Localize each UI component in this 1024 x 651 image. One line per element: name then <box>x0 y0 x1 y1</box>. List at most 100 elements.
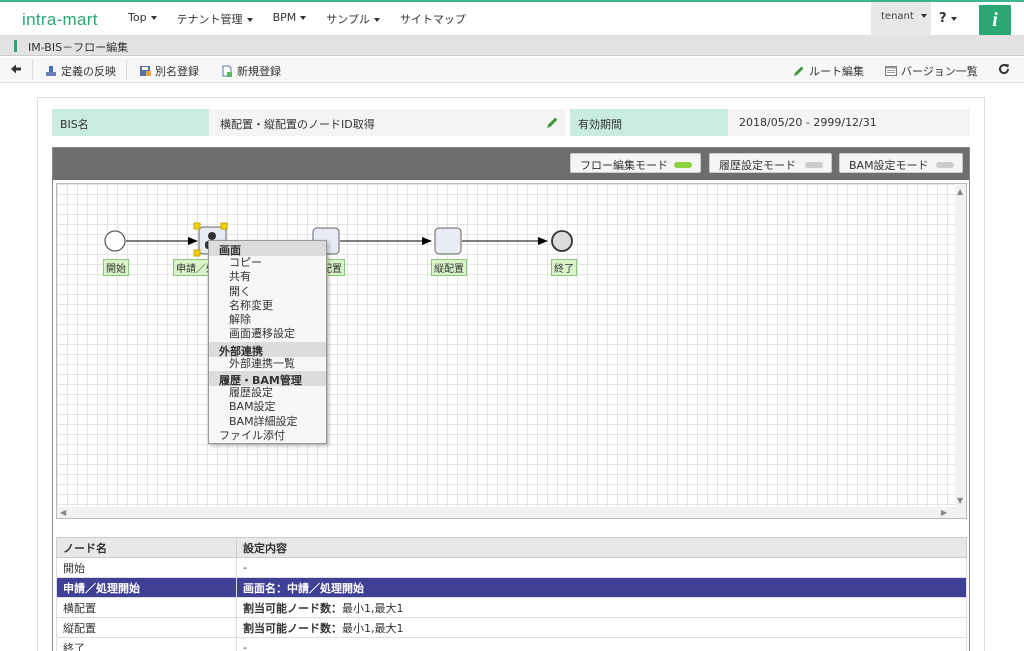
node-name-cell: 開始 <box>56 557 237 578</box>
save-as-label: 別名登録 <box>155 65 199 78</box>
brand-icon[interactable]: i <box>979 5 1011 35</box>
scroll-down-icon[interactable]: ▼ <box>957 496 963 505</box>
chevron-down-icon <box>373 18 380 22</box>
tenant-label: tenant <box>881 11 914 22</box>
refresh-icon <box>999 64 1010 75</box>
menu-item-share[interactable]: 共有 <box>209 270 326 284</box>
help-label: ? <box>939 11 947 26</box>
scroll-right-icon[interactable]: ▶ <box>941 508 947 517</box>
menu-item-history-setting[interactable]: 履歴設定 <box>209 386 326 400</box>
new-document-icon <box>222 65 232 77</box>
node-label-vertical: 縦配置 <box>431 259 467 276</box>
menu-item-copy[interactable]: コピー <box>209 256 326 270</box>
save-as-button[interactable]: 別名登録 <box>139 63 199 79</box>
version-list-label: バージョン一覧 <box>901 65 978 78</box>
flow-canvas[interactable]: 開始 申請／処 配置 縦配置 終了 ▲ ▼ ◀ ▶ <box>56 183 967 519</box>
menu-item-rename[interactable]: 名称変更 <box>209 299 326 313</box>
help-menu[interactable]: ? <box>931 2 966 36</box>
apply-definition-button[interactable]: 定義の反映 <box>45 63 116 79</box>
nav-sample[interactable]: サンプル <box>326 11 380 27</box>
flow-editor: フロー編集モード 履歴設定モード BAM設定モード 開始 申請／処 配置 縦配置… <box>52 147 970 651</box>
menu-item-attach-file[interactable]: ファイル添付 <box>209 429 326 443</box>
table-row[interactable]: 終了 - <box>56 637 967 651</box>
pencil-icon[interactable] <box>546 116 559 129</box>
menu-item-release[interactable]: 解除 <box>209 313 326 327</box>
start-node[interactable] <box>104 230 126 252</box>
chevron-down-icon <box>950 16 957 21</box>
chevron-down-icon <box>300 16 307 20</box>
setting-cell: 割当可能ノード数：最小1,最大1 <box>236 617 967 638</box>
scroll-left-icon[interactable]: ◀ <box>60 508 66 517</box>
node-settings-table: ノード名 設定内容 開始 - 申請／処理開始 画面名：中請／処理開始 横配置 割… <box>56 537 967 651</box>
refresh-button[interactable] <box>998 63 1010 75</box>
vertical-node[interactable] <box>434 227 462 255</box>
nav-bpm[interactable]: BPM <box>273 11 307 27</box>
menu-item-external-list[interactable]: 外部連携一覧 <box>209 357 326 371</box>
back-button[interactable] <box>10 63 22 75</box>
nav-top-label: Top <box>128 11 147 24</box>
flow-edit-mode-label: フロー編集モード <box>580 159 668 172</box>
flow-diagram <box>104 222 573 257</box>
setting-cell: 画面名：中請／処理開始 <box>236 577 967 598</box>
main-nav: Top テナント管理 BPM サンプル サイトマップ <box>128 11 486 27</box>
menu-item-bam-detail[interactable]: BAM詳細設定 <box>209 415 326 429</box>
setting-cell: 割当可能ノード数：最小1,最大1 <box>236 597 967 618</box>
page-titlebar: IM-BIS－フロー編集 <box>0 36 1024 56</box>
route-edit-button[interactable]: ルート編集 <box>793 63 864 79</box>
table-row[interactable]: 縦配置 割当可能ノード数：最小1,最大1 <box>56 617 967 638</box>
menu-item-bam-setting[interactable]: BAM設定 <box>209 400 326 414</box>
column-header-setting: 設定内容 <box>236 537 967 558</box>
nav-sample-label: サンプル <box>326 13 370 26</box>
pencil-icon <box>794 66 804 76</box>
end-node[interactable] <box>551 230 573 252</box>
nav-tenant-admin[interactable]: テナント管理 <box>177 11 253 27</box>
list-window-icon <box>885 66 897 76</box>
chevron-down-icon <box>920 14 927 18</box>
toolbar-divider <box>32 60 33 80</box>
vertical-scrollbar[interactable]: ▲ ▼ <box>955 184 966 518</box>
setting-value: - <box>243 561 247 574</box>
bis-name-value: 横配置・縦配置のノードID取得 <box>209 109 565 136</box>
page-title: IM-BIS－フロー編集 <box>28 41 129 54</box>
node-name-cell: 縦配置 <box>56 617 237 638</box>
menu-item-open[interactable]: 開く <box>209 285 326 299</box>
setting-key: 割当可能ノード数： <box>243 621 342 635</box>
save-as-icon <box>140 66 151 76</box>
setting-value: 最小1,最大1 <box>342 601 404 615</box>
editor-mode-bar: フロー編集モード 履歴設定モード BAM設定モード <box>53 148 969 180</box>
bis-name-label: BIS名 <box>52 109 209 136</box>
nav-sitemap-label: サイトマップ <box>399 13 466 26</box>
node-label-end: 終了 <box>551 259 577 276</box>
app-logo[interactable]: intra-mart <box>22 10 98 30</box>
mode-inactive-indicator <box>805 162 823 168</box>
table-row[interactable]: 横配置 割当可能ノード数：最小1,最大1 <box>56 597 967 618</box>
selection-handle[interactable] <box>193 249 201 257</box>
new-register-button[interactable]: 新規登録 <box>221 63 281 79</box>
person-icon <box>208 232 216 240</box>
flow-edit-mode-button[interactable]: フロー編集モード <box>570 153 701 173</box>
scroll-up-icon[interactable]: ▲ <box>957 187 963 196</box>
node-name-cell: 横配置 <box>56 597 237 618</box>
nav-sitemap[interactable]: サイトマップ <box>400 11 466 27</box>
table-row[interactable]: 開始 - <box>56 557 967 578</box>
history-mode-button[interactable]: 履歴設定モード <box>709 153 832 173</box>
nav-top[interactable]: Top <box>128 11 157 27</box>
selection-handle[interactable] <box>193 222 201 230</box>
version-list-button[interactable]: バージョン一覧 <box>885 63 978 79</box>
title-marker <box>14 40 17 52</box>
table-row-selected[interactable]: 申請／処理開始 画面名：中請／処理開始 <box>56 577 967 598</box>
top-navbar: intra-mart Top テナント管理 BPM サンプル サイトマップ te… <box>0 0 1024 36</box>
table-header-row: ノード名 設定内容 <box>56 537 967 558</box>
bam-mode-button[interactable]: BAM設定モード <box>839 153 963 173</box>
horizontal-scrollbar[interactable]: ◀ ▶ <box>57 507 966 518</box>
tenant-menu[interactable]: tenant <box>871 2 931 36</box>
node-name-cell: 終了 <box>56 637 237 651</box>
menu-item-screen-transition[interactable]: 画面遷移設定 <box>209 327 326 341</box>
bam-mode-label: BAM設定モード <box>849 159 929 172</box>
selection-handle[interactable] <box>220 222 228 230</box>
main-panel: BIS名 横配置・縦配置のノードID取得 有効期間 2018/05/20 - 2… <box>37 97 985 651</box>
node-label-start: 開始 <box>103 259 129 276</box>
arrow-left-icon <box>11 64 21 74</box>
history-mode-label: 履歴設定モード <box>719 159 796 172</box>
mode-active-indicator <box>674 162 692 168</box>
